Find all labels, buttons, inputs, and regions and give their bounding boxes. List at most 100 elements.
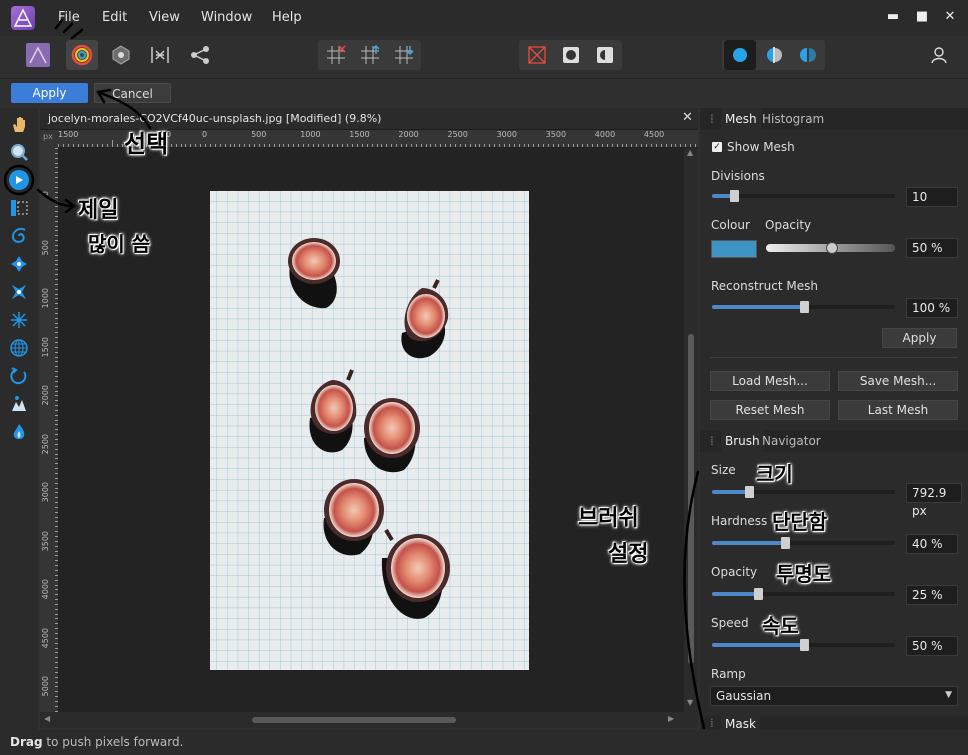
reconstruct-mesh-slider[interactable]: [712, 301, 895, 313]
liquify-freeze-tool-icon[interactable]: [9, 394, 29, 414]
invert-mask-icon[interactable]: [555, 40, 587, 70]
last-mesh-button[interactable]: Last Mesh: [838, 400, 958, 420]
menu-window[interactable]: Window: [201, 10, 252, 25]
liquify-pinch-tool-icon[interactable]: [9, 254, 29, 274]
mesh-thaw-icon[interactable]: [388, 40, 420, 70]
liquify-push-forward-tool-icon[interactable]: [9, 170, 29, 190]
mesh-freeze-icon[interactable]: [354, 40, 386, 70]
ruler-tick: [200, 144, 202, 147]
horizontal-scrollbar[interactable]: ◀ ▶: [40, 712, 698, 728]
save-mesh-button[interactable]: Save Mesh...: [838, 371, 958, 391]
panel-grip-icon[interactable]: ⁞: [706, 716, 718, 730]
ruler-tick: [450, 144, 451, 147]
photo-persona-icon[interactable]: [22, 40, 54, 70]
brush-size-slider[interactable]: [712, 486, 895, 498]
ruler-tick: [102, 144, 104, 147]
menu-help[interactable]: Help: [272, 10, 302, 25]
view-hand-tool-icon[interactable]: [9, 114, 29, 134]
show-mesh-checkbox[interactable]: ✓: [712, 142, 722, 152]
tab-navigator[interactable]: Navigator: [758, 430, 825, 452]
maximize-icon[interactable]: ■: [913, 8, 931, 26]
reconstruct-mesh-label: Reconstruct Mesh: [711, 279, 818, 293]
vertical-scrollbar[interactable]: ▲ ▼: [684, 148, 698, 712]
clear-mask-icon[interactable]: [521, 40, 553, 70]
ruler-tick: [528, 144, 530, 147]
brush-size-value-field[interactable]: 792.9 px: [906, 483, 962, 518]
mesh-apply-button[interactable]: Apply: [882, 328, 957, 348]
mesh-colour-swatch[interactable]: [711, 240, 757, 258]
fill-mask-icon[interactable]: [589, 40, 621, 70]
minimize-icon[interactable]: ▬: [884, 8, 902, 26]
ruler-tick-label: 3000: [496, 130, 517, 139]
ruler-tick: [508, 144, 510, 147]
annotation-size: 크기: [756, 462, 793, 486]
panel-grip-icon[interactable]: ⁞: [706, 108, 718, 130]
ruler-tick-label: 2000: [398, 130, 419, 139]
mesh-clear-icon[interactable]: [320, 40, 352, 70]
cancel-button[interactable]: Cancel: [94, 83, 171, 103]
liquify-mesh-clone-tool-icon[interactable]: [9, 338, 29, 358]
scroll-down-icon[interactable]: ▼: [687, 698, 693, 707]
tab-mask[interactable]: Mask: [721, 716, 760, 731]
ruler-tick-label: 1000: [300, 130, 321, 139]
mesh-opacity-value-field[interactable]: 50 %: [906, 238, 958, 258]
ruler-tick-label: 0: [41, 191, 50, 197]
ruler-tick: [562, 144, 564, 147]
apply-button[interactable]: Apply: [11, 83, 88, 103]
user-account-icon[interactable]: [923, 40, 955, 70]
tab-mesh[interactable]: Mesh: [721, 108, 761, 130]
menu-view[interactable]: View: [149, 10, 180, 25]
hardness-slider[interactable]: [712, 537, 895, 549]
view-split-icon[interactable]: [758, 40, 790, 70]
close-document-icon[interactable]: ✕: [682, 110, 693, 125]
panel-grip-icon[interactable]: ⁞: [706, 430, 718, 452]
reconstruct-mesh-value-field[interactable]: 100 %: [906, 298, 958, 318]
liquify-punch-tool-icon[interactable]: [9, 282, 29, 302]
ruler-tick: [219, 144, 221, 147]
liquify-turbulence-tool-icon[interactable]: [9, 310, 29, 330]
liquify-persona-icon[interactable]: [66, 40, 98, 70]
liquify-twirl-tool-icon[interactable]: [9, 226, 29, 246]
scroll-right-icon[interactable]: ▶: [668, 714, 674, 723]
vertical-scroll-thumb[interactable]: [688, 334, 694, 664]
brush-opacity-value-field[interactable]: 25 %: [906, 585, 958, 605]
menu-file[interactable]: File: [58, 10, 80, 25]
speed-slider[interactable]: [712, 639, 895, 651]
reset-mesh-button[interactable]: Reset Mesh: [710, 400, 830, 420]
ramp-dropdown[interactable]: Gaussian ▼: [710, 686, 958, 706]
view-mirror-icon[interactable]: [792, 40, 824, 70]
tab-histogram[interactable]: Histogram: [758, 108, 828, 130]
mesh-opacity-slider[interactable]: [766, 242, 895, 254]
liquify-push-left-tool-icon[interactable]: [9, 198, 29, 218]
scroll-up-icon[interactable]: ▲: [687, 148, 693, 157]
divisions-value-field[interactable]: 10: [906, 187, 958, 207]
liquify-reconstruct-tool-icon[interactable]: [9, 366, 29, 386]
zoom-tool-icon[interactable]: [9, 142, 29, 162]
tone-mapping-persona-icon[interactable]: [144, 40, 176, 70]
context-toolbar: Apply Cancel: [0, 78, 968, 106]
divisions-slider[interactable]: [712, 190, 895, 202]
canvas[interactable]: [58, 148, 684, 712]
close-icon[interactable]: ✕: [941, 8, 959, 26]
liquify-thaw-tool-icon[interactable]: [9, 422, 29, 442]
annotation-select: 선택: [124, 130, 169, 158]
brush-opacity-slider[interactable]: [712, 588, 895, 600]
load-mesh-button[interactable]: Load Mesh...: [710, 371, 830, 391]
speed-value-field[interactable]: 50 %: [906, 636, 958, 656]
status-text: to push pixels forward.: [42, 735, 184, 749]
ruler-tick-label: 1500: [41, 336, 50, 357]
hardness-value-field[interactable]: 40 %: [906, 534, 958, 554]
develop-persona-icon[interactable]: [105, 40, 137, 70]
view-distorted-icon[interactable]: [724, 40, 756, 70]
ruler-tick: [62, 144, 64, 147]
scroll-left-icon[interactable]: ◀: [44, 714, 50, 723]
menu-edit[interactable]: Edit: [102, 10, 127, 25]
horizontal-scroll-thumb[interactable]: [252, 717, 456, 723]
annotation-hardness: 단단함: [772, 510, 828, 534]
export-persona-icon[interactable]: [184, 40, 216, 70]
ruler-tick: [675, 144, 677, 147]
mesh-opacity-knob[interactable]: [826, 242, 838, 254]
ruler-tick: [543, 144, 545, 147]
ruler-tick-label: 4500: [41, 627, 50, 648]
ruler-tick: [121, 144, 123, 147]
